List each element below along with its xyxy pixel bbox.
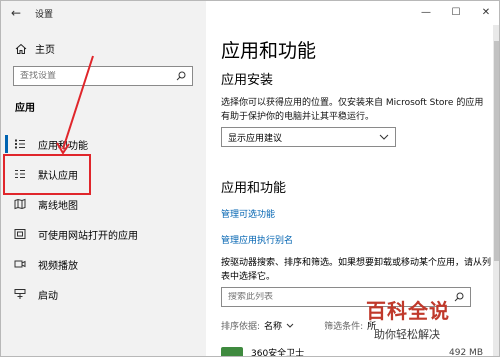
minimize-button[interactable]: — bbox=[411, 1, 441, 23]
startup-icon bbox=[14, 289, 26, 299]
manage-app-aliases-link[interactable]: 管理应用执行别名 bbox=[221, 233, 293, 246]
offline-maps-icon bbox=[14, 198, 26, 210]
sort-label: 排序依据: bbox=[221, 322, 261, 332]
annotation-highlight-box bbox=[3, 154, 91, 195]
home-link[interactable]: 主页 bbox=[15, 41, 55, 56]
sidebar-item-label: 应用和功能 bbox=[38, 140, 88, 152]
close-button[interactable]: ✕ bbox=[471, 1, 499, 23]
title-bar: ← 设置 bbox=[1, 1, 206, 25]
sort-dropdown[interactable]: 名称 bbox=[264, 319, 282, 332]
list-item[interactable]: 360安全卫士 bbox=[221, 346, 305, 357]
scrollbar-thumb[interactable] bbox=[494, 41, 499, 261]
home-icon bbox=[15, 43, 27, 54]
chevron-down-icon bbox=[379, 134, 389, 140]
back-button[interactable]: ← bbox=[1, 2, 31, 24]
settings-window: ← 设置 主页 应用 应用和功能 bbox=[0, 0, 500, 357]
settings-search[interactable] bbox=[13, 66, 193, 86]
sidebar-item-label: 启动 bbox=[38, 290, 58, 302]
sort-filter-row: 排序依据: 名称 筛选条件: 所 bbox=[221, 319, 376, 332]
search-icon[interactable] bbox=[176, 71, 186, 81]
app-size: 492 MB bbox=[449, 348, 483, 357]
video-playback-icon bbox=[14, 260, 26, 268]
sidebar: ← 设置 主页 应用 应用和功能 bbox=[1, 1, 206, 356]
apps-heading: 应用和功能 bbox=[221, 181, 287, 196]
home-label: 主页 bbox=[35, 45, 55, 56]
page-title: 应用和功能 bbox=[221, 40, 317, 62]
sidebar-item-label: 可使用网站打开的应用 bbox=[38, 230, 138, 242]
filter-label: 筛选条件: bbox=[324, 322, 364, 332]
search-sort-description: 按驱动器搜索、排序和筛选。如果想要卸载或移动某个应用，请从列表中选择它。 bbox=[221, 258, 492, 282]
section-label: 应用 bbox=[15, 103, 35, 114]
app-name: 360安全卫士 bbox=[251, 349, 305, 357]
install-source-value: 显示应用建议 bbox=[228, 133, 283, 144]
sidebar-item-apps-for-websites[interactable]: 可使用网站打开的应用 bbox=[1, 219, 206, 249]
sidebar-item-label: 视频播放 bbox=[38, 260, 78, 272]
watermark-title: 百科全说 bbox=[366, 299, 450, 323]
sidebar-item-label: 离线地图 bbox=[38, 200, 78, 212]
maximize-button[interactable]: ☐ bbox=[441, 1, 471, 23]
window-controls: — ☐ ✕ bbox=[411, 1, 499, 25]
apps-features-icon bbox=[15, 139, 25, 149]
app-icon bbox=[221, 346, 243, 356]
install-heading: 应用安装 bbox=[221, 73, 274, 88]
sidebar-item-startup[interactable]: 启动 bbox=[1, 279, 206, 309]
install-source-dropdown[interactable]: 显示应用建议 bbox=[221, 127, 396, 147]
settings-search-input[interactable] bbox=[20, 71, 160, 81]
chevron-down-icon bbox=[286, 323, 294, 328]
watermark: 百科全说 助你轻松解决 bbox=[366, 295, 496, 347]
watermark-subtitle: 助你轻松解决 bbox=[374, 328, 440, 341]
manage-optional-features-link[interactable]: 管理可选功能 bbox=[221, 207, 275, 220]
install-description: 选择你可以获得应用的位置。仅安装来自 Microsoft Store 的应用有助… bbox=[221, 98, 484, 122]
apps-for-websites-icon bbox=[14, 229, 26, 239]
window-title: 设置 bbox=[35, 9, 54, 20]
sidebar-item-video-playback[interactable]: 视频播放 bbox=[1, 249, 206, 279]
